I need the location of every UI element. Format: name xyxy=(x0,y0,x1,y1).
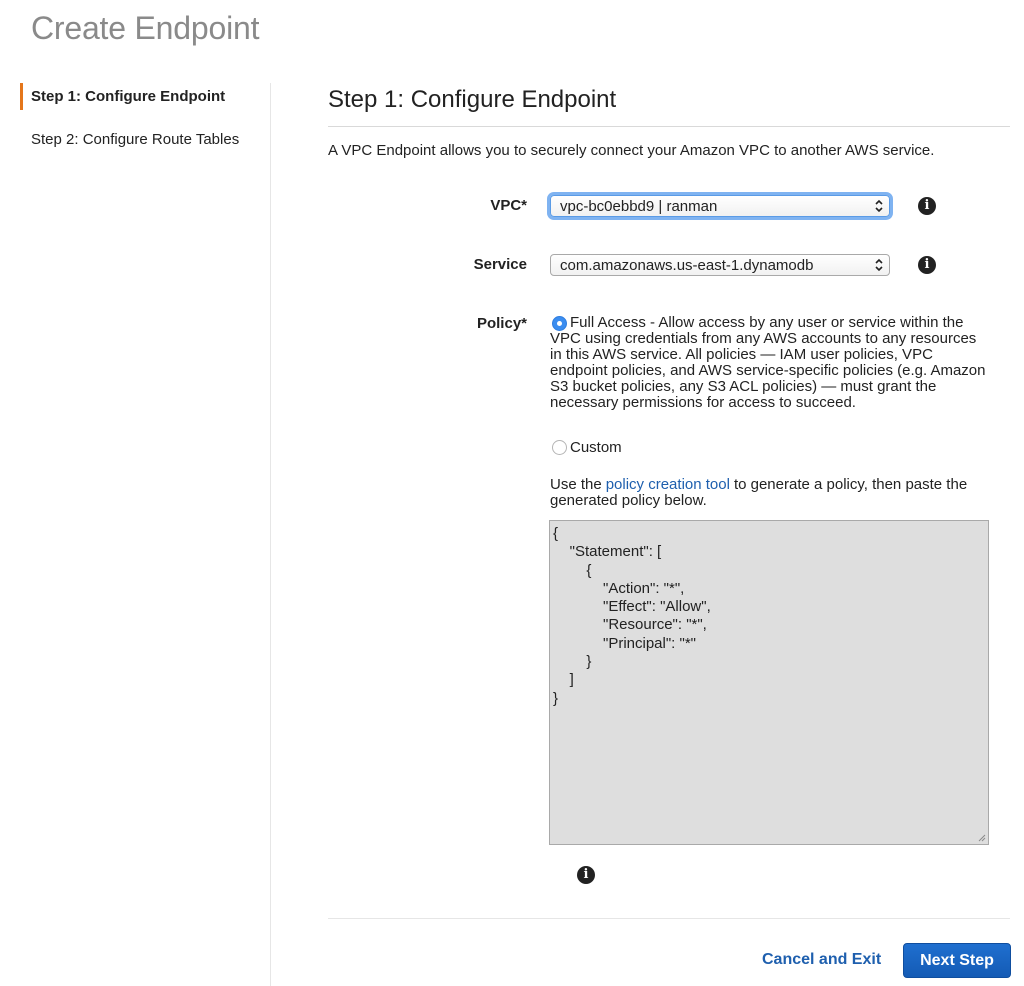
vpc-select[interactable]: vpc-bc0ebbd9 | ranman xyxy=(550,195,890,217)
wizard-sidebar xyxy=(0,83,271,986)
step-heading: Step 1: Configure Endpoint xyxy=(328,86,617,113)
policy-document-textarea[interactable]: { "Statement": [ { "Action": "*", "Effec… xyxy=(549,520,989,845)
sidebar-item-step-2[interactable]: Step 2: Configure Route Tables xyxy=(31,131,239,148)
vpc-label: VPC* xyxy=(490,197,527,214)
page-title: Create Endpoint xyxy=(31,10,260,46)
active-step-indicator xyxy=(20,83,23,110)
resize-handle-icon[interactable] xyxy=(976,832,986,842)
next-step-button[interactable]: Next Step xyxy=(903,943,1011,978)
service-info-icon[interactable]: i xyxy=(918,256,936,274)
heading-divider xyxy=(328,126,1010,127)
policy-help-text: Use the policy creation tool to generate a… xyxy=(550,477,990,509)
service-select-value: com.amazonaws.us-east-1.dynamodb xyxy=(560,257,814,274)
up-down-chevron-icon xyxy=(875,258,883,272)
policy-creation-tool-link[interactable]: policy creation tool xyxy=(602,476,734,493)
help-prefix: Use the xyxy=(550,476,602,493)
vpc-select-value: vpc-bc0ebbd9 | ranman xyxy=(560,198,718,215)
cancel-and-exit-link[interactable]: Cancel and Exit xyxy=(762,951,881,969)
sidebar-item-step-1[interactable]: Step 1: Configure Endpoint xyxy=(31,88,225,105)
service-select[interactable]: com.amazonaws.us-east-1.dynamodb xyxy=(550,254,890,276)
custom-radio-label[interactable]: Custom xyxy=(570,439,622,456)
up-down-chevron-icon xyxy=(875,199,883,213)
vpc-info-icon[interactable]: i xyxy=(918,197,936,215)
custom-radio[interactable] xyxy=(552,440,567,455)
full-access-description: Full Access - Allow access by any user o… xyxy=(550,315,990,411)
intro-text: A VPC Endpoint allows you to securely co… xyxy=(328,142,935,159)
policy-label: Policy* xyxy=(476,315,527,332)
service-label: Service xyxy=(473,256,527,273)
footer-divider xyxy=(328,918,1010,919)
full-access-text: Full Access - Allow access by any user o… xyxy=(550,314,986,411)
policy-info-icon[interactable]: i xyxy=(577,866,595,884)
